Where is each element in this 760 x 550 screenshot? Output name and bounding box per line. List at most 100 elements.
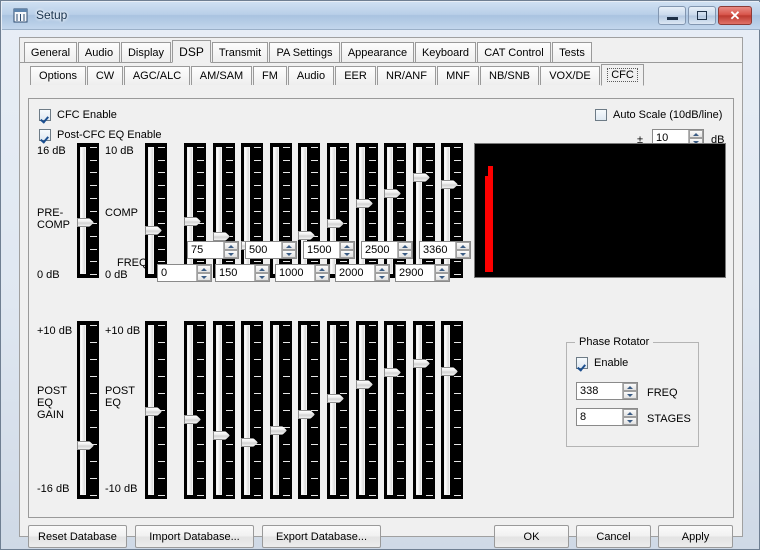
eq-band-slider-10[interactable] [441, 321, 463, 499]
tab-keyboard[interactable]: Keyboard [415, 42, 476, 62]
ok-button[interactable]: OK [494, 525, 569, 548]
tab-tests[interactable]: Tests [552, 42, 592, 62]
tab-cat-control[interactable]: CAT Control [477, 42, 551, 62]
tab-audio[interactable]: Audio [78, 42, 120, 62]
tab-general[interactable]: General [24, 42, 77, 62]
eq-band-slider-1[interactable] [184, 321, 206, 499]
slider-tick [311, 495, 318, 496]
maximize-button[interactable] [688, 6, 716, 25]
slider-tick [197, 393, 204, 394]
subtab-nb-snb[interactable]: NB/SNB [480, 66, 539, 85]
slider-ticks [310, 325, 318, 495]
reset-database-button[interactable]: Reset Database [28, 525, 127, 548]
slider-tick [340, 427, 347, 428]
spinner-down-icon[interactable] [623, 417, 637, 425]
minimize-button[interactable] [658, 6, 686, 25]
slider-tick [283, 461, 290, 462]
slider-tick [454, 325, 461, 326]
slider-tick [158, 393, 165, 394]
tab-pa-settings[interactable]: PA Settings [269, 42, 340, 62]
slider-tick [311, 393, 318, 394]
phase-rotator-freq-spinner[interactable]: 338 [576, 382, 638, 400]
subtab-fm[interactable]: FM [253, 66, 287, 85]
slider-tick [197, 325, 204, 326]
subtab-am-sam[interactable]: AM/SAM [191, 66, 252, 85]
tab-appearance[interactable]: Appearance [341, 42, 414, 62]
slider-track [330, 325, 336, 495]
tab-transmit[interactable]: Transmit [212, 42, 268, 62]
eq-band-slider-8[interactable] [384, 321, 406, 499]
post-eq-gain-slider[interactable] [77, 321, 99, 499]
eq-band-slider-9[interactable] [413, 321, 435, 499]
apply-button[interactable]: Apply [658, 525, 733, 548]
slider-tick [197, 427, 204, 428]
slider-tick [340, 393, 347, 394]
slider-tick [254, 376, 261, 377]
eq-band-slider-4[interactable] [270, 321, 292, 499]
subtab-nr-anf[interactable]: NR/ANF [377, 66, 436, 85]
phase-rotator-enable-checkbox[interactable]: Enable [576, 357, 628, 369]
slider-tick [397, 376, 404, 377]
title-bar[interactable]: Setup ✕ [2, 2, 760, 30]
tab-label: PA Settings [276, 47, 332, 59]
subtab-label: Options [39, 70, 77, 82]
slider-track [80, 325, 86, 495]
slider-tick [369, 393, 376, 394]
slider-tick [158, 444, 165, 445]
spinner-up-icon[interactable] [623, 409, 637, 417]
post-eq-slider[interactable] [145, 321, 167, 499]
phase-rotator-stages-spinner[interactable]: 8 [576, 408, 638, 426]
close-button[interactable]: ✕ [718, 6, 752, 25]
slider-tick [158, 325, 165, 326]
eq-band-slider-3[interactable] [241, 321, 263, 499]
tab-display[interactable]: Display [121, 42, 171, 62]
slider-tick [254, 342, 261, 343]
slider-tick [283, 478, 290, 479]
slider-tick [311, 461, 318, 462]
subtab-eer[interactable]: EER [335, 66, 376, 85]
spinner-buttons[interactable] [622, 383, 637, 399]
slider-tick [226, 410, 233, 411]
subtab-agc-alc[interactable]: AGC/ALC [124, 66, 190, 85]
slider-tick [226, 495, 233, 496]
slider-tick [197, 410, 204, 411]
slider-tick [426, 495, 433, 496]
eq-band-slider-5[interactable] [298, 321, 320, 499]
subtab-label: AGC/ALC [133, 70, 181, 82]
tab-label: Audio [85, 47, 113, 59]
eq-band-slider-6[interactable] [327, 321, 349, 499]
slider-tick [197, 444, 204, 445]
slider-tick [340, 342, 347, 343]
eq-band-slider-2[interactable] [213, 321, 235, 499]
tab-label: CAT Control [484, 47, 544, 59]
subtab-mnf[interactable]: MNF [437, 66, 479, 85]
export-database-button[interactable]: Export Database... [262, 525, 381, 548]
slider-tick [283, 495, 290, 496]
slider-track [244, 325, 250, 495]
subtab-vox-de[interactable]: VOX/DE [540, 66, 600, 85]
slider-tick [340, 461, 347, 462]
slider-tick [369, 376, 376, 377]
subtab-label: AM/SAM [200, 70, 243, 82]
spinner-up-icon[interactable] [623, 383, 637, 391]
subtab-cw[interactable]: CW [87, 66, 123, 85]
slider-tick [397, 444, 404, 445]
tab-dsp[interactable]: DSP [172, 40, 211, 63]
cancel-button[interactable]: Cancel [576, 525, 651, 548]
slider-tick [311, 342, 318, 343]
window-frame: Setup ✕ General Audio DisplayDSPTransmit PA… [0, 0, 760, 550]
slider-tick [226, 359, 233, 360]
slider-ticks [89, 325, 97, 495]
subtab-audio[interactable]: Audio [288, 66, 334, 85]
import-database-button[interactable]: Import Database... [135, 525, 254, 548]
slider-tick [283, 325, 290, 326]
spinner-buttons[interactable] [622, 409, 637, 425]
eq-band-slider-7[interactable] [356, 321, 378, 499]
slider-tick [311, 376, 318, 377]
slider-tick [426, 478, 433, 479]
spinner-down-icon[interactable] [623, 391, 637, 399]
slider-tick [158, 376, 165, 377]
subtab-options[interactable]: Options [30, 66, 86, 85]
tab-label: Tests [559, 47, 585, 59]
subtab-cfc[interactable]: CFC [601, 64, 644, 86]
